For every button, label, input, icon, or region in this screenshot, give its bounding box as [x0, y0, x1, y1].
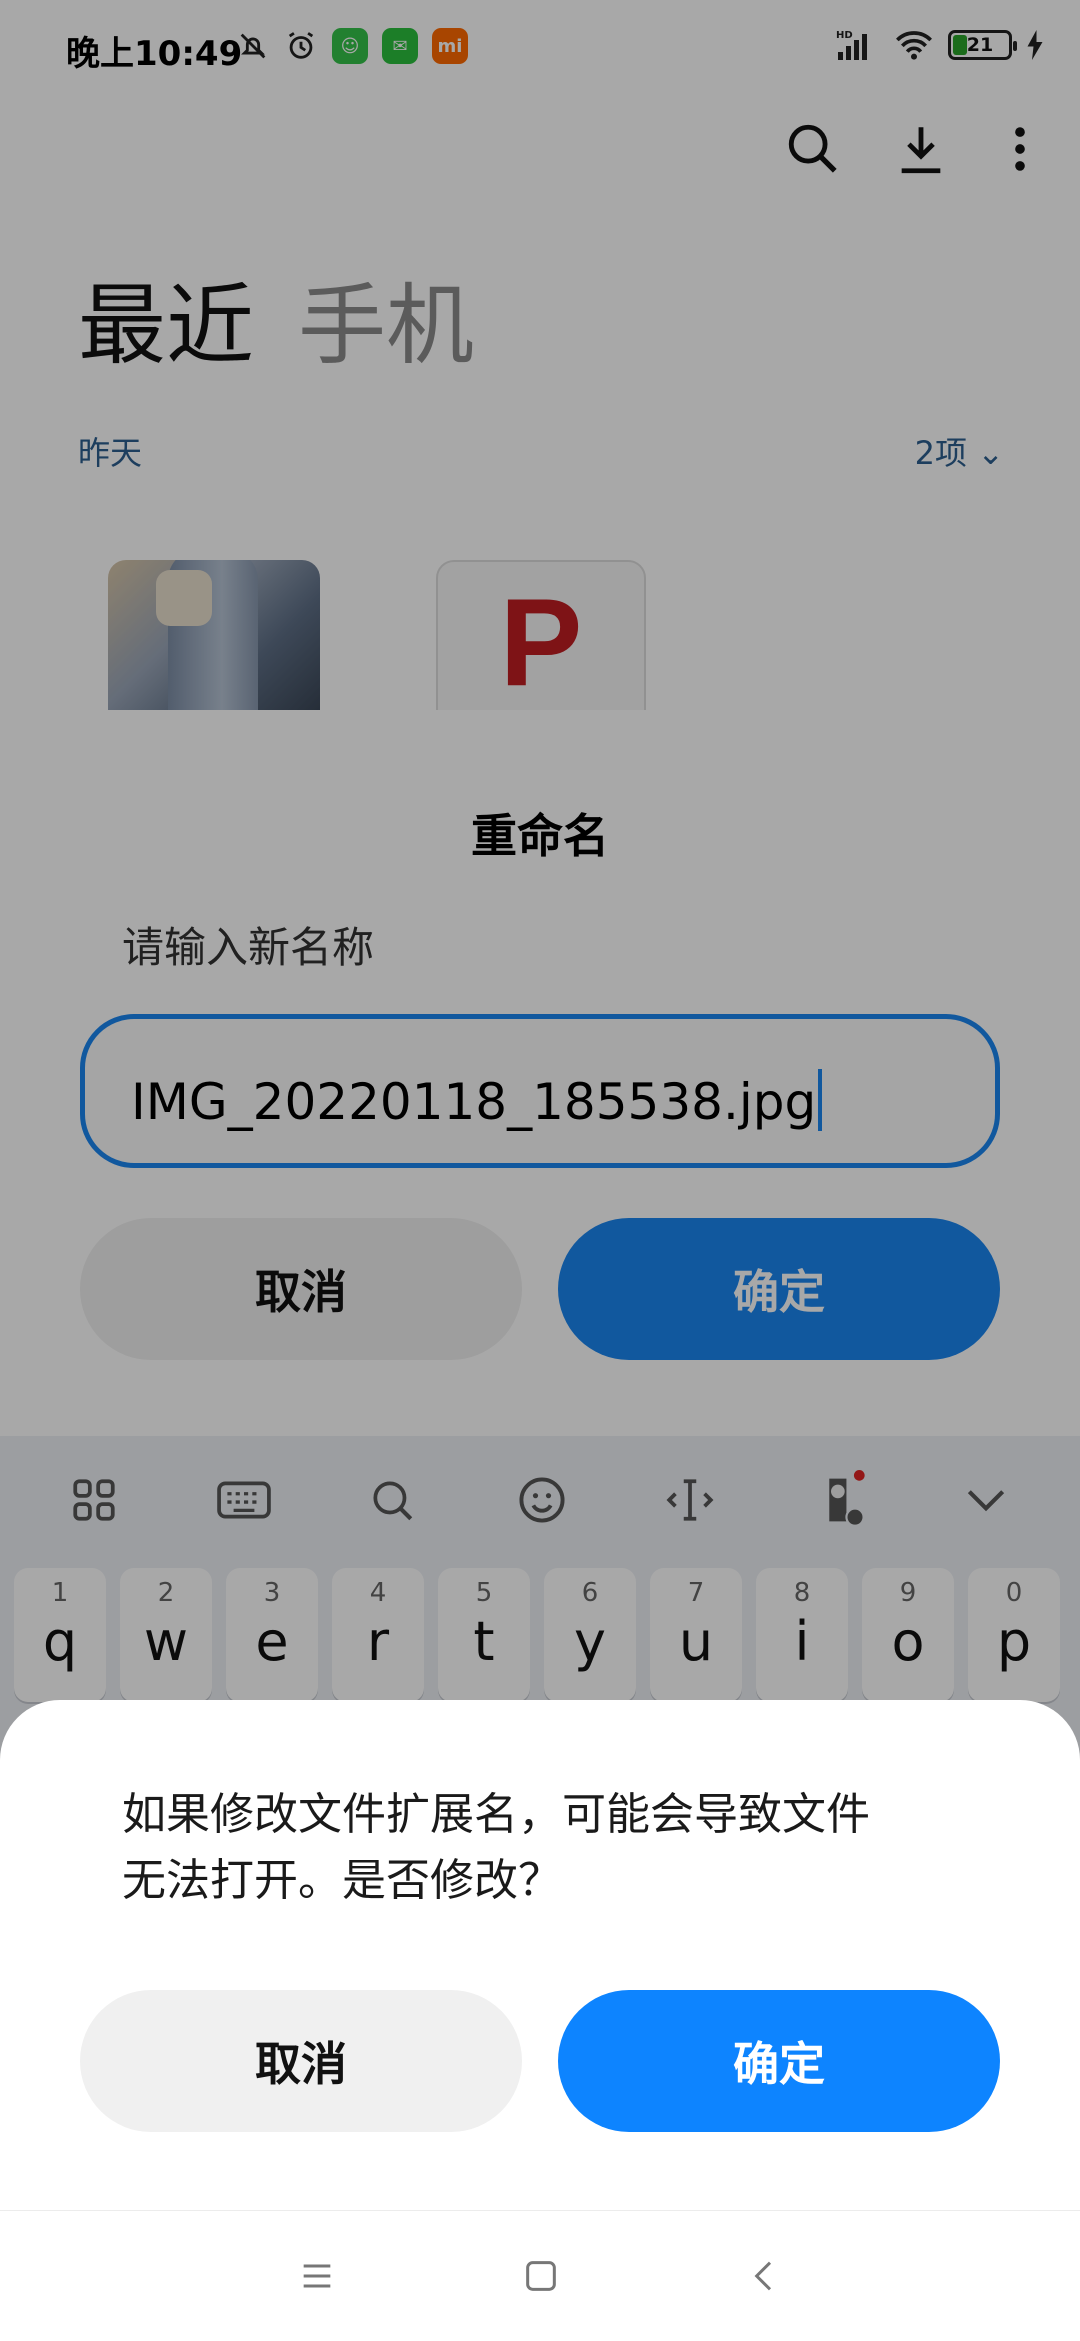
warning-cancel-button[interactable]: 取消: [80, 1990, 522, 2132]
warning-message: 如果修改文件扩展名，可能会导致文件 无法打开。是否修改？: [122, 1782, 962, 1914]
warning-message-line2: 无法打开。是否修改？: [122, 1855, 562, 1906]
navigation-bar: [0, 2210, 1080, 2341]
home-icon[interactable]: [516, 2251, 566, 2301]
warning-message-line1: 如果修改文件扩展名，可能会导致文件: [122, 1789, 870, 1840]
warning-confirm-button[interactable]: 确定: [558, 1990, 1000, 2132]
back-icon[interactable]: [740, 2251, 790, 2301]
menu-icon[interactable]: [292, 2251, 342, 2301]
extension-warning-sheet: 如果修改文件扩展名，可能会导致文件 无法打开。是否修改？ 取消 确定: [0, 1700, 1080, 2210]
